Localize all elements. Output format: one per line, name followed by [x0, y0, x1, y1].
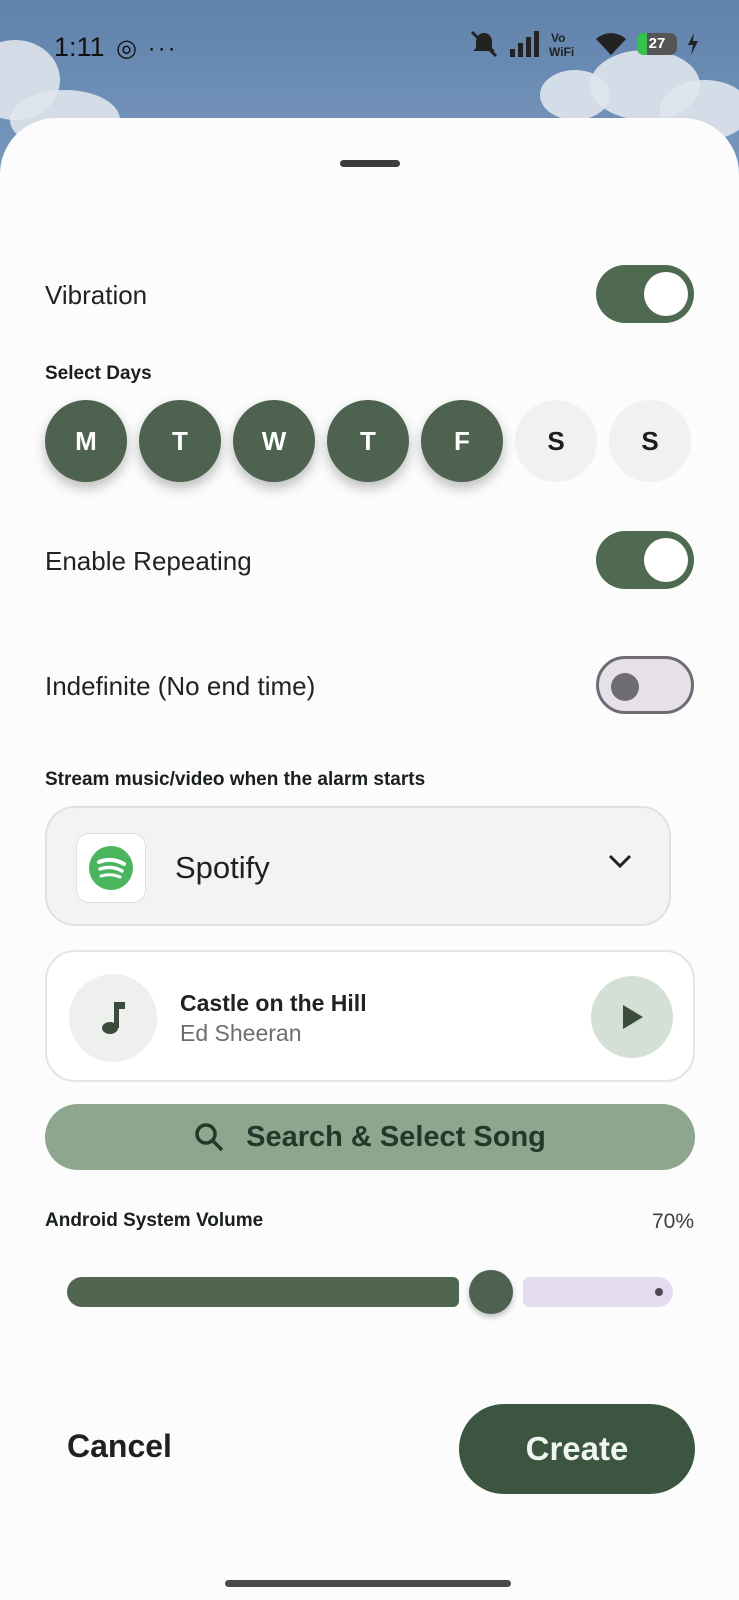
select-days-title: Select Days	[45, 363, 152, 384]
svg-text:WiFi: WiFi	[549, 45, 574, 58]
song-artist: Ed Sheeran	[180, 1020, 302, 1046]
repeating-toggle[interactable]	[596, 531, 694, 589]
gesture-nav-bar[interactable]	[225, 1580, 511, 1587]
create-button[interactable]: Create	[459, 1404, 695, 1494]
wifi-icon	[596, 33, 626, 55]
signal-icon	[510, 31, 539, 57]
play-preview-button[interactable]	[591, 976, 673, 1058]
music-note-icon	[69, 974, 157, 1062]
cancel-button[interactable]: Cancel	[67, 1428, 172, 1465]
status-bar: 1:11 ◎ ··· Vo WiFi 27	[0, 0, 739, 100]
day-tuesday[interactable]: T	[139, 400, 221, 482]
repeating-label: Enable Repeating	[45, 546, 252, 576]
search-button-label: Search & Select Song	[246, 1120, 546, 1153]
day-saturday[interactable]: S	[515, 400, 597, 482]
battery-icon: 27	[637, 33, 677, 55]
play-icon	[623, 1005, 643, 1029]
vibration-label: Vibration	[45, 280, 148, 310]
vibration-toggle[interactable]	[596, 265, 694, 323]
create-button-label: Create	[525, 1430, 629, 1467]
status-right-icons: Vo WiFi 27	[469, 30, 699, 58]
chevron-down-icon	[608, 854, 632, 869]
indefinite-toggle[interactable]	[596, 656, 694, 714]
status-left-icons: ◎ ···	[116, 35, 178, 62]
bell-off-icon	[470, 30, 498, 58]
status-time: 1:11	[54, 32, 105, 62]
search-icon	[195, 1123, 224, 1152]
song-title: Castle on the Hill	[180, 990, 367, 1016]
selected-song-card: Castle on the Hill Ed Sheeran	[45, 950, 695, 1082]
day-selector: M T W T F S S	[45, 400, 691, 482]
volume-end-dot	[655, 1288, 663, 1296]
volume-thumb[interactable]	[469, 1270, 513, 1314]
day-wednesday[interactable]: W	[233, 400, 315, 482]
volume-value: 70%	[651, 1210, 694, 1233]
day-thursday[interactable]: T	[327, 400, 409, 482]
volume-track-inactive	[523, 1277, 673, 1307]
drag-handle[interactable]	[340, 160, 400, 167]
volume-track-active	[67, 1277, 459, 1307]
volume-title: Android System Volume	[45, 1210, 264, 1231]
stream-app-dropdown[interactable]: Spotify	[45, 806, 671, 926]
day-friday[interactable]: F	[421, 400, 503, 482]
vowifi-icon: Vo WiFi	[549, 31, 574, 58]
day-sunday[interactable]: S	[609, 400, 691, 482]
stream-title: Stream music/video when the alarm starts	[45, 769, 426, 790]
day-monday[interactable]: M	[45, 400, 127, 482]
bottom-sheet: Vibration Select Days M T W T F S S Enab…	[0, 118, 739, 1600]
charging-icon	[688, 33, 698, 55]
spotify-icon	[77, 834, 145, 902]
indefinite-label: Indefinite (No end time)	[45, 671, 316, 701]
volume-slider[interactable]	[67, 1268, 673, 1318]
stream-app-label: Spotify	[175, 850, 270, 885]
search-select-song-button[interactable]: Search & Select Song	[45, 1104, 695, 1170]
svg-text:Vo: Vo	[551, 31, 565, 45]
